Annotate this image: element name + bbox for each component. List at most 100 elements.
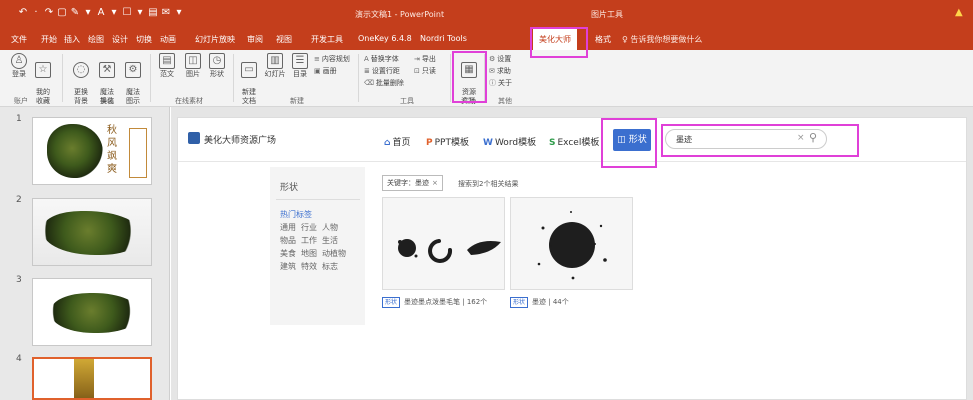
ink-image (43, 211, 143, 255)
highlight-shapes-tab (601, 118, 657, 168)
slide-number: 1 (16, 114, 22, 124)
template-icon: ▤ (159, 53, 175, 69)
export-button[interactable]: ⇥ 导出 (414, 54, 436, 64)
picture-label: 图片 (186, 70, 200, 78)
new-slide-button[interactable]: ▥ 幻灯片 (262, 53, 288, 79)
content-plan-button[interactable]: ≡ 内容规划 (314, 54, 350, 64)
star-icon: ☆ (35, 62, 51, 78)
tag-flora-fauna[interactable]: 动植物 (322, 249, 346, 258)
chat-icon: ✉ (489, 67, 495, 75)
tab-review[interactable]: 审阅 (247, 34, 263, 45)
result-caption-2[interactable]: 形状 墨迹 | 44个 (510, 297, 569, 308)
tab-insert[interactable]: 插入 (64, 34, 80, 45)
line-spacing-button[interactable]: ≣ 设置行距 (364, 66, 400, 76)
tag-people[interactable]: 人物 (322, 223, 338, 232)
tell-me-search[interactable]: ♀ 告诉我你想要做什么 (622, 34, 702, 45)
result-card-2[interactable] (510, 197, 633, 290)
tag-logos[interactable]: 标志 (322, 262, 338, 271)
read-only-button[interactable]: ⊡ 只读 (414, 66, 436, 76)
pen-icon[interactable]: ✎ (70, 7, 80, 18)
tag-map[interactable]: 地图 (301, 249, 317, 258)
magic-diagram-button[interactable]: ⚙ 魔法 图示 (122, 53, 144, 106)
nav-excel-templates[interactable]: S Excel模板 (549, 135, 599, 148)
nav-ppt-templates[interactable]: P PPT模板 (426, 135, 469, 148)
line-spacing-label: 设置行距 (371, 67, 400, 75)
gallery-button[interactable]: ▣ 画册 (314, 66, 337, 76)
tag-food[interactable]: 美食 (280, 249, 296, 258)
chevron-down-icon[interactable]: ▾ (83, 7, 93, 18)
slide-number: 3 (16, 275, 22, 285)
tab-view[interactable]: 视图 (276, 34, 292, 45)
tab-onekey[interactable]: OneKey 6.4.8 (358, 34, 412, 43)
new-document-button[interactable]: ▭ 新建 文档 (238, 53, 260, 106)
tab-transitions[interactable]: 切换 (136, 34, 152, 45)
excel-icon: S (549, 138, 556, 148)
tag-work[interactable]: 工作 (301, 236, 317, 245)
tab-slideshow[interactable]: 幻灯片放映 (195, 34, 235, 45)
lightbulb-icon: ♀ (622, 35, 628, 44)
save-icon[interactable]: ▤ (148, 7, 158, 18)
change-background-button[interactable]: ◌ 更换 背景 (70, 53, 92, 106)
shape-icon[interactable]: ☐ (122, 7, 132, 18)
tag-objects[interactable]: 物品 (280, 236, 296, 245)
slide-icon[interactable]: ▢ (57, 7, 67, 18)
tab-home[interactable]: 开始 (41, 34, 57, 45)
close-icon[interactable]: × (432, 179, 438, 187)
tag-architecture[interactable]: 建筑 (280, 262, 296, 271)
batch-delete-button[interactable]: ⌫ 批量删除 (364, 78, 404, 88)
slide-thumbnail-3[interactable] (32, 278, 152, 346)
slide-thumbnail-pane[interactable]: 1 秋风飒爽 2 3 4 (0, 107, 170, 400)
settings-button[interactable]: ⚙ 设置 (489, 54, 511, 64)
about-button[interactable]: ⓘ 关于 (489, 78, 512, 88)
category-sidebar: 形状 热门标签 通用 行业 人物 物品 工作 生活 美食 地图 动植物 建筑 特效 标志 (270, 167, 365, 325)
my-favorites-button[interactable]: ☆ 我的 收藏 (32, 53, 54, 106)
replace-font-button[interactable]: A 替换字体 (364, 54, 399, 64)
warning-icon[interactable]: ▲ (955, 7, 963, 18)
shape-button[interactable]: ◷ 形状 (206, 53, 228, 79)
slide-thumbnail-1[interactable]: 秋风飒爽 (32, 117, 152, 185)
tab-design[interactable]: 设计 (112, 34, 128, 45)
hot-tags-label[interactable]: 热门标签 (280, 209, 312, 220)
help-button[interactable]: ✉ 求助 (489, 66, 511, 76)
undo-icon[interactable]: ↶ (18, 7, 28, 18)
font-color-icon[interactable]: A (96, 7, 106, 18)
customize-icon[interactable]: ▾ (174, 7, 184, 18)
tab-format[interactable]: 格式 (595, 34, 611, 45)
chevron-down-icon[interactable]: ▾ (109, 7, 119, 18)
tab-draw[interactable]: 绘图 (88, 34, 104, 45)
ink-image (51, 293, 141, 333)
ribbon-separator (150, 54, 151, 102)
tab-nordri-tools[interactable]: Nordri Tools (420, 34, 467, 43)
redo-icon[interactable]: ↷ (44, 7, 54, 18)
chevron-down-icon[interactable]: ▾ (135, 7, 145, 18)
picture-button[interactable]: ◫ 图片 (182, 53, 204, 79)
slide-thumbnail-4[interactable] (32, 357, 152, 400)
toc-button[interactable]: ☰ 目录 (290, 53, 310, 79)
tab-developer[interactable]: 开发工具 (311, 34, 343, 45)
highlight-meihua-tab (530, 27, 588, 58)
tag-life[interactable]: 生活 (322, 236, 338, 245)
nav-home[interactable]: ⌂ 首页 (384, 135, 410, 148)
mail-icon[interactable]: ✉ (161, 7, 171, 18)
tab-animations[interactable]: 动画 (160, 34, 176, 45)
about-label: 关于 (498, 79, 512, 87)
change-background-label: 更换 背景 (74, 88, 88, 105)
highlight-resource-square (452, 51, 487, 103)
tab-file[interactable]: 文件 (11, 34, 27, 45)
nav-word-label: Word模板 (494, 138, 537, 148)
tag-effects[interactable]: 特效 (301, 262, 317, 271)
eraser-icon: ⌫ (364, 79, 374, 87)
divider (276, 199, 360, 200)
tag-general[interactable]: 通用 (280, 223, 296, 232)
keyword-filter-chip: 关键字：墨迹 × (382, 175, 443, 191)
result-caption-1[interactable]: 形状 墨迹墨点泼墨毛笔 | 162个 (382, 297, 487, 308)
result-card-1[interactable] (382, 197, 505, 290)
template-button[interactable]: ▤ 范文 (156, 53, 178, 79)
gallery-label: 画册 (322, 67, 337, 75)
login-button[interactable]: ♙ 登录 (8, 53, 30, 79)
nav-home-label: 首页 (392, 138, 411, 148)
tag-industry[interactable]: 行业 (301, 223, 317, 232)
slide-thumbnail-2[interactable] (32, 198, 152, 266)
nav-word-templates[interactable]: W Word模板 (483, 135, 536, 148)
magic-diagram-label: 魔法 图示 (126, 88, 140, 105)
